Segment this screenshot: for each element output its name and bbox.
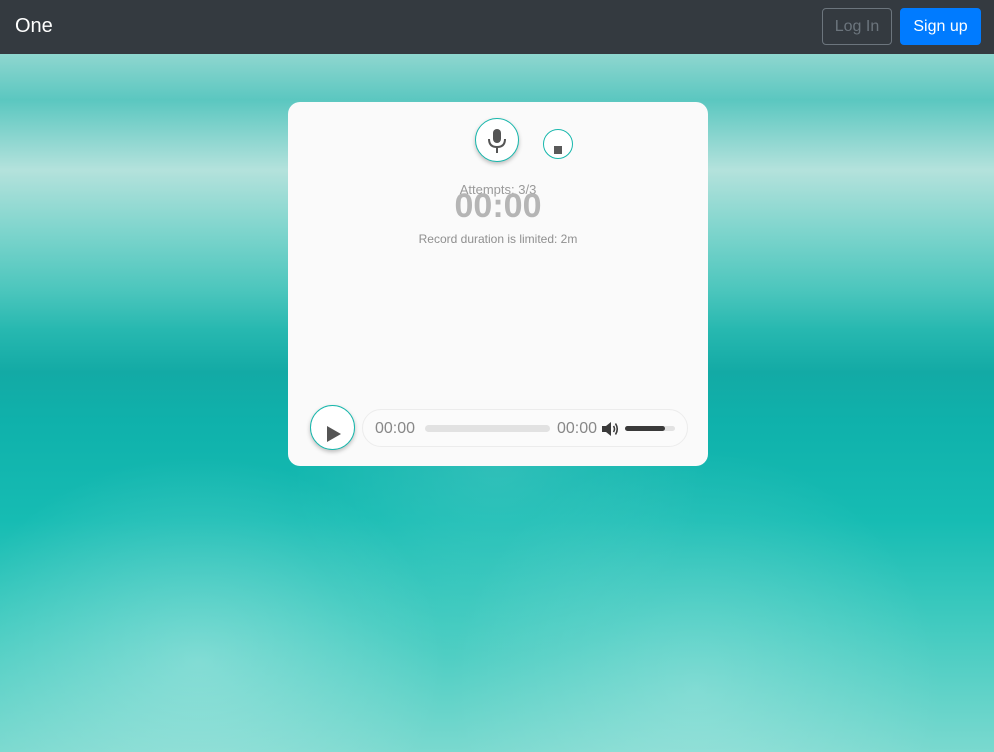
stop-icon — [554, 146, 562, 154]
microphone-icon — [488, 129, 506, 153]
volume-slider[interactable] — [625, 426, 675, 431]
play-button[interactable] — [310, 405, 355, 450]
navbar: One Log In Sign up — [0, 0, 994, 54]
record-timer: 00:00 — [454, 187, 542, 225]
login-button[interactable]: Log In — [822, 8, 892, 45]
current-time: 00:00 — [375, 420, 416, 437]
volume-icon[interactable] — [600, 419, 620, 439]
volume-level — [625, 426, 665, 431]
recorder-card: Attempts: 3/3 00:00 Record duration is l… — [288, 102, 708, 466]
play-icon — [327, 426, 341, 442]
signup-button[interactable]: Sign up — [900, 8, 981, 45]
brand-logo[interactable]: One — [15, 14, 53, 38]
duration-limit-text: Record duration is limited: 2m — [418, 232, 578, 246]
duration-time: 00:00 — [557, 420, 598, 437]
audio-player: 00:00 00:00 — [362, 409, 688, 447]
stop-button[interactable] — [543, 129, 573, 159]
record-button[interactable] — [475, 118, 519, 162]
seek-bar[interactable] — [425, 425, 550, 432]
